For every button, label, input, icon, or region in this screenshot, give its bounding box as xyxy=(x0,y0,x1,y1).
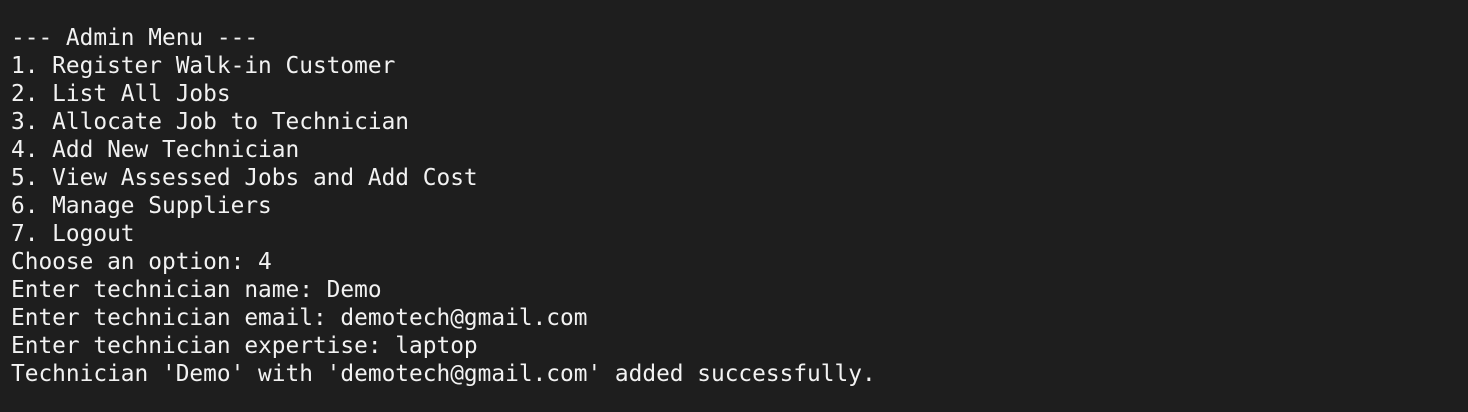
success-message: Technician 'Demo' with 'demotech@gmail.c… xyxy=(11,361,876,387)
technician-email-prompt-line: Enter technician email: demotech@gmail.c… xyxy=(11,305,588,331)
menu-item-add-new-technician: 4. Add New Technician xyxy=(11,137,300,163)
menu-item-view-assessed-jobs: 5. View Assessed Jobs and Add Cost xyxy=(11,165,478,191)
technician-expertise-prompt-line: Enter technician expertise: laptop xyxy=(11,333,478,359)
menu-header: --- Admin Menu --- xyxy=(11,25,259,51)
menu-item-register-walk-in-customer: 1. Register Walk-in Customer xyxy=(11,53,396,79)
menu-item-list-all-jobs: 2. List All Jobs xyxy=(11,81,231,107)
menu-item-allocate-job: 3. Allocate Job to Technician xyxy=(11,109,410,135)
terminal-window[interactable]: --- Admin Menu --- 1. Register Walk-in C… xyxy=(0,0,1468,412)
technician-name-prompt-line: Enter technician name: Demo xyxy=(11,277,382,303)
menu-item-manage-suppliers: 6. Manage Suppliers xyxy=(11,193,272,219)
menu-item-logout: 7. Logout xyxy=(11,221,135,247)
option-prompt-line: Choose an option: 4 xyxy=(11,249,272,275)
